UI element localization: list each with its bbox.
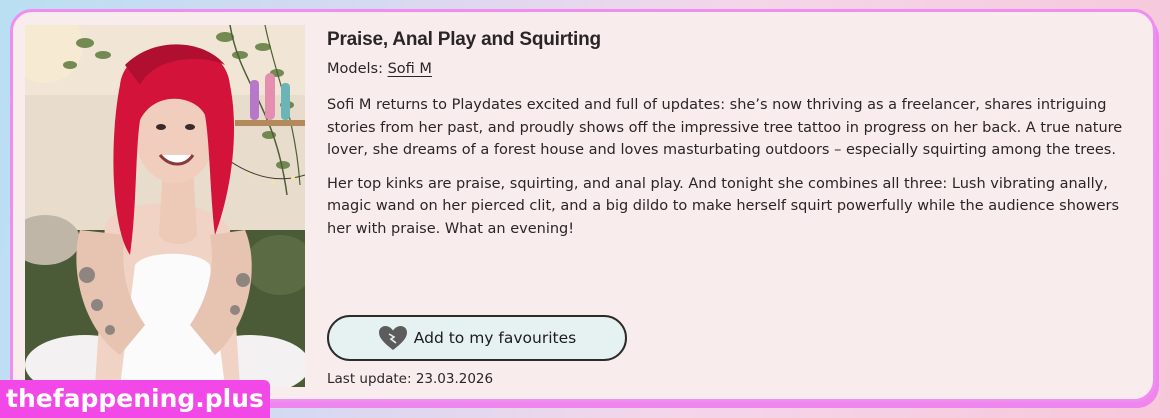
thumbnail-illustration [25,25,305,387]
add-to-favourites-label: Add to my favourites [413,329,577,347]
video-title: Praise, Anal Play and Squirting [327,29,601,50]
video-card: Praise, Anal Play and Squirting Models: … [10,9,1156,402]
last-update: Last update: 23.03.2026 [327,371,494,387]
site-watermark: thefappening.plus [0,380,270,418]
heart-icon [378,325,408,351]
model-link[interactable]: Sofi M [388,61,432,77]
add-to-favourites-button[interactable]: Add to my favourites [327,315,627,361]
description-paragraph-2: Her top kinks are praise, squirting, and… [327,175,1120,237]
models-label: Models: [327,61,383,77]
video-details: Praise, Anal Play and Squirting Models: … [327,29,1139,240]
models-line: Models: Sofi M [327,61,1139,77]
thumbnail-image[interactable] [25,25,305,387]
description-paragraph-1: Sofi M returns to Playdates excited and … [327,97,1123,158]
